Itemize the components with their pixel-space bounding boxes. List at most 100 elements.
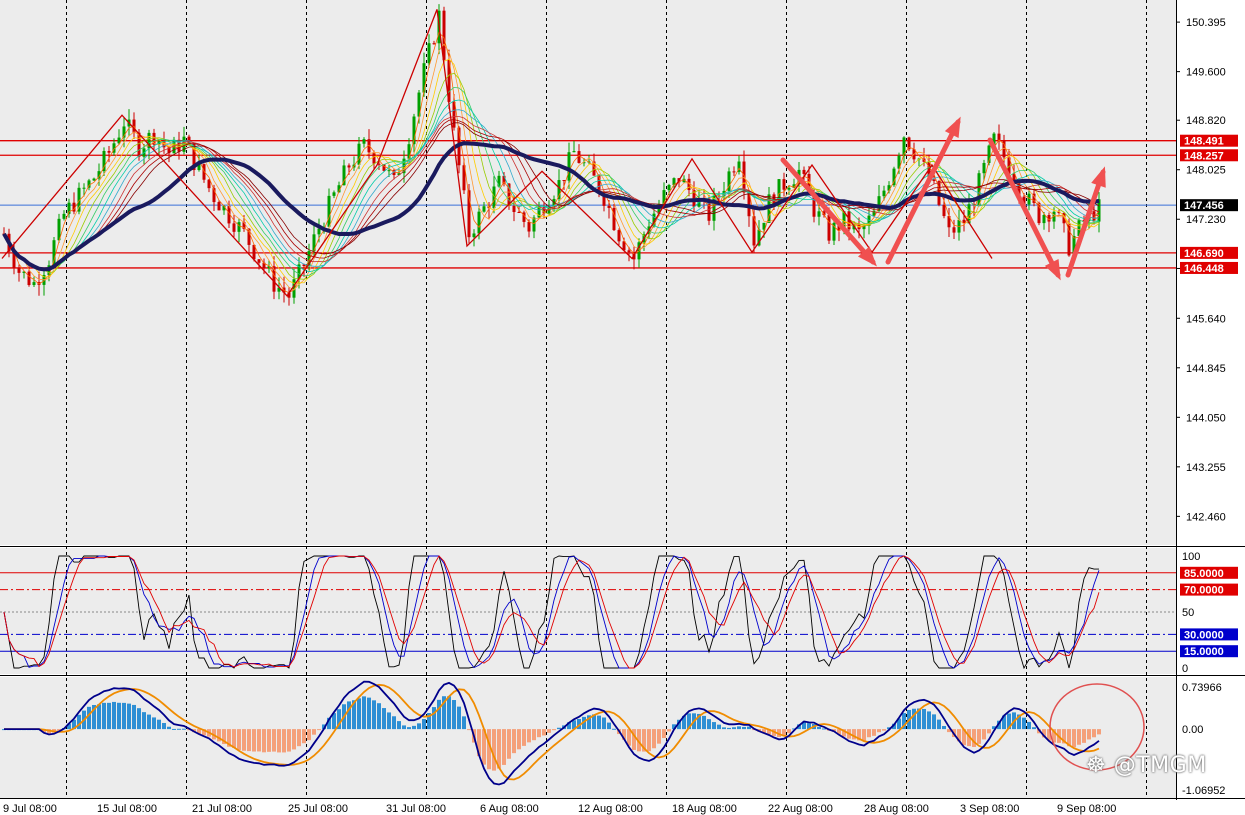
candle-body bbox=[567, 152, 571, 181]
macd-tick-label: 0.00 bbox=[1182, 724, 1203, 736]
candle-body bbox=[332, 192, 336, 196]
macd-histogram-bar bbox=[162, 722, 166, 730]
candle-body bbox=[27, 271, 31, 286]
macd-histogram-bar bbox=[517, 729, 521, 750]
macd-histogram-bar bbox=[547, 729, 551, 733]
macd-histogram-bar bbox=[1087, 729, 1091, 740]
macd-histogram-bar bbox=[922, 708, 926, 730]
trading-chart[interactable]: 9 Jul 08:00 15 Jul 08:00 21 Jul 08:00 25 Ju… bbox=[0, 0, 1245, 815]
macd-histogram-bar bbox=[382, 708, 386, 730]
macd-histogram-bar bbox=[232, 729, 236, 748]
candle-body bbox=[517, 211, 521, 213]
macd-histogram-bar bbox=[647, 729, 651, 752]
macd-histogram-bar bbox=[527, 729, 531, 743]
macd-histogram-bar bbox=[287, 729, 291, 752]
macd-histogram-bar bbox=[737, 726, 741, 730]
x-tick-label: 12 Aug 08:00 bbox=[578, 803, 643, 815]
stoch-panel-bg bbox=[0, 548, 1176, 674]
macd-histogram-bar bbox=[112, 701, 116, 730]
candle-body bbox=[512, 205, 516, 212]
macd-histogram-bar bbox=[607, 722, 611, 730]
macd-histogram-bar bbox=[662, 729, 666, 739]
macd-histogram-bar bbox=[822, 728, 826, 730]
macd-histogram-bar bbox=[1032, 727, 1036, 730]
macd-histogram-bar bbox=[742, 726, 746, 730]
stoch-level-label: 15.0000 bbox=[1184, 646, 1224, 658]
macd-histogram-bar bbox=[707, 719, 711, 730]
macd-histogram-bar bbox=[457, 706, 461, 730]
macd-histogram-bar bbox=[182, 728, 186, 730]
macd-histogram-bar bbox=[1027, 721, 1031, 730]
macd-histogram-bar bbox=[867, 729, 871, 738]
level-label: 148.257 bbox=[1184, 150, 1224, 162]
x-tick-label: 15 Jul 08:00 bbox=[97, 803, 157, 815]
candle-body bbox=[472, 233, 476, 238]
level-label: 147.456 bbox=[1184, 200, 1224, 212]
candle-body bbox=[802, 169, 806, 174]
macd-histogram-bar bbox=[377, 703, 381, 730]
candle-body bbox=[422, 63, 426, 93]
candle-body bbox=[782, 179, 786, 190]
macd-histogram-bar bbox=[237, 729, 241, 750]
macd-histogram-bar bbox=[247, 729, 251, 752]
macd-histogram-bar bbox=[167, 726, 171, 730]
candle-body bbox=[827, 215, 831, 241]
macd-panel-bg bbox=[0, 677, 1176, 798]
candle-body bbox=[232, 223, 236, 232]
macd-histogram-bar bbox=[1022, 717, 1026, 730]
macd-histogram-bar bbox=[877, 729, 881, 733]
y-tick-label: 149.600 bbox=[1186, 67, 1226, 79]
macd-histogram-bar bbox=[532, 729, 536, 741]
candle-body bbox=[217, 202, 221, 211]
macd-histogram-bar bbox=[392, 716, 396, 730]
macd-histogram-bar bbox=[787, 729, 791, 734]
x-tick-label: 9 Jul 08:00 bbox=[3, 803, 57, 815]
candle-body bbox=[982, 162, 986, 174]
candle-body bbox=[787, 187, 791, 190]
macd-histogram-bar bbox=[597, 715, 601, 730]
macd-histogram-bar bbox=[367, 697, 371, 730]
macd-histogram-bar bbox=[372, 700, 376, 730]
macd-histogram-bar bbox=[97, 704, 101, 730]
stoch-level-label: 85.0000 bbox=[1184, 568, 1224, 580]
x-tick-label: 9 Sep 08:00 bbox=[1057, 803, 1116, 815]
candle-body bbox=[257, 259, 261, 263]
macd-histogram-bar bbox=[262, 729, 266, 753]
candle-body bbox=[887, 185, 891, 191]
macd-tick-label: 0.73966 bbox=[1182, 682, 1222, 694]
candle-body bbox=[882, 190, 886, 197]
candle-body bbox=[62, 213, 66, 219]
candle-body bbox=[952, 227, 956, 233]
candle-body bbox=[667, 184, 671, 191]
macd-histogram-bar bbox=[982, 729, 986, 740]
level-label: 146.690 bbox=[1184, 248, 1224, 260]
main-panel-bg bbox=[0, 0, 1176, 545]
macd-histogram-bar bbox=[522, 729, 526, 746]
macd-histogram-bar bbox=[502, 729, 506, 765]
candle-body bbox=[237, 222, 241, 232]
macd-histogram-bar bbox=[1082, 729, 1086, 743]
macd-histogram-bar bbox=[492, 729, 496, 771]
macd-histogram-bar bbox=[507, 729, 511, 759]
candle-body bbox=[617, 230, 621, 242]
macd-histogram-bar bbox=[422, 718, 426, 730]
macd-histogram-bar bbox=[667, 729, 671, 732]
macd-histogram-bar bbox=[557, 727, 561, 730]
macd-histogram-bar bbox=[252, 729, 256, 752]
candle-body bbox=[52, 240, 56, 266]
macd-histogram-bar bbox=[312, 729, 316, 735]
candle-body bbox=[32, 282, 36, 286]
macd-histogram-bar bbox=[132, 704, 136, 730]
watermark-text: @TMGM bbox=[1113, 753, 1207, 778]
macd-histogram-bar bbox=[467, 729, 471, 731]
candle-body bbox=[482, 206, 486, 212]
macd-histogram-bar bbox=[102, 702, 106, 730]
x-tick-label: 28 Aug 08:00 bbox=[864, 803, 929, 815]
candle-body bbox=[532, 217, 536, 232]
macd-histogram-bar bbox=[277, 729, 281, 753]
macd-histogram-bar bbox=[242, 729, 246, 751]
x-tick-label: 3 Sep 08:00 bbox=[960, 803, 1019, 815]
x-tick-label: 21 Jul 08:00 bbox=[192, 803, 252, 815]
macd-histogram-bar bbox=[732, 727, 736, 730]
macd-histogram-bar bbox=[552, 729, 556, 731]
